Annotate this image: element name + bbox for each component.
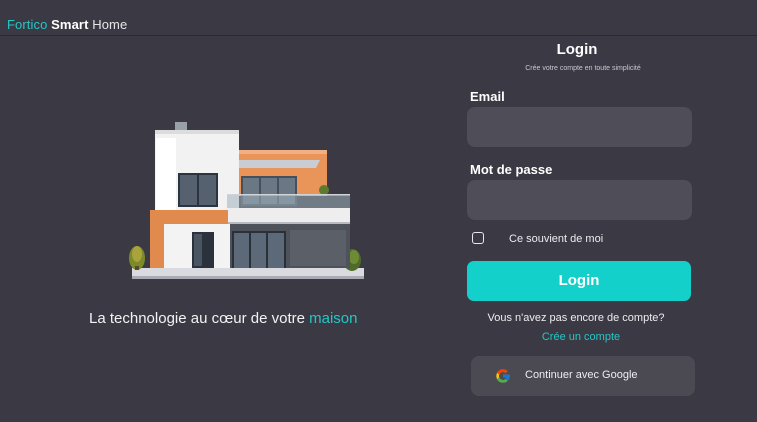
google-icon (496, 369, 510, 383)
tagline: La technologie au cœur de votre maison (89, 310, 358, 327)
password-label: Mot de passe (470, 162, 553, 177)
remember-me-checkbox[interactable] (472, 232, 484, 244)
brand-part-3: Home (92, 17, 128, 32)
create-account-link[interactable]: Crée un compte (470, 331, 692, 343)
login-subtitle: Crée votre compte en toute simplicité (525, 65, 641, 72)
brand-part-1: Fortico (7, 17, 48, 32)
email-label: Email (470, 89, 505, 104)
google-signin-button[interactable]: Continuer avec Google (471, 356, 695, 396)
email-field[interactable] (467, 107, 692, 147)
house-illustration (129, 122, 364, 279)
password-field[interactable] (467, 180, 692, 220)
remember-me-row: Ce souvient de moi (472, 232, 692, 248)
tagline-accent: maison (309, 310, 358, 327)
login-title: Login (556, 41, 598, 58)
tagline-prefix: La technologie au cœur de votre (89, 310, 305, 327)
google-button-label: Continuer avec Google (525, 369, 638, 381)
no-account-text: Vous n'avez pas encore de compte? (487, 312, 665, 324)
app-brand: Fortico Smart Home (7, 17, 127, 32)
login-button[interactable]: Login (467, 261, 691, 301)
remember-me-label[interactable]: Ce souvient de moi (509, 233, 603, 245)
top-bar: Fortico Smart Home (0, 0, 757, 36)
brand-part-2: Smart (51, 17, 89, 32)
